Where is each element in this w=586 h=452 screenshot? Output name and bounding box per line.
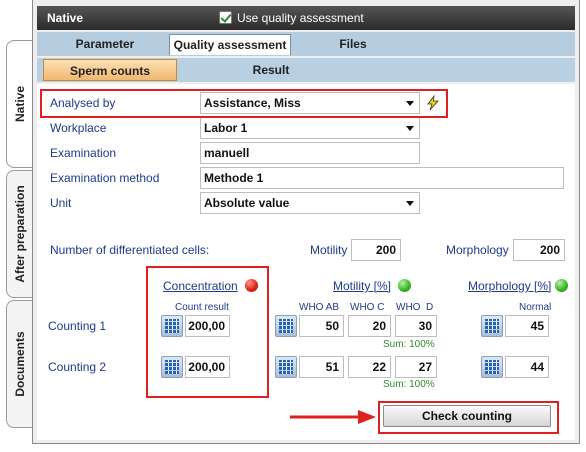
calculator-icon[interactable] (481, 356, 503, 378)
who-d-label: WHO D (396, 302, 434, 313)
calculator-icon[interactable] (481, 315, 503, 337)
counting-2-who-c[interactable]: 22 (348, 356, 391, 378)
counting-2-who-d[interactable]: 27 (395, 356, 437, 378)
examination-method-input[interactable]: Methode 1 (200, 167, 564, 189)
examination-method-label: Examination method (50, 171, 160, 185)
differentiated-cells-label: Number of differentiated cells: (50, 243, 210, 257)
subtab-sperm-counts[interactable]: Sperm counts (43, 59, 177, 81)
counting-2-label: Counting 2 (48, 360, 107, 374)
highlight-check-counting (378, 401, 559, 434)
side-tab-label: Native (12, 85, 27, 123)
header-title: Native (47, 11, 84, 25)
morphology-count-label: Morphology (446, 243, 509, 257)
counting-1-who-ab[interactable]: 50 (299, 315, 344, 337)
highlight-analysed-by (40, 89, 448, 118)
counting-2-sum: Sum: 100% (383, 379, 435, 390)
arrow-right-icon (290, 410, 376, 424)
counting-1-who-d[interactable]: 30 (395, 315, 437, 337)
chevron-down-icon (406, 201, 414, 206)
unit-select[interactable]: Absolute value (200, 192, 420, 214)
motility-count-input[interactable]: 200 (351, 239, 401, 261)
examination-label: Examination (50, 146, 117, 160)
tab-parameter[interactable]: Parameter (47, 34, 163, 55)
side-tab-label: After preparation (12, 185, 27, 283)
unit-value: Absolute value (204, 196, 290, 210)
main-tab-bar: Parameter Quality assessment Files (37, 32, 575, 56)
counting-1-label: Counting 1 (48, 319, 107, 333)
header-bar: Native Use quality assessment (37, 6, 575, 30)
motility-count-label: Motility (310, 243, 348, 257)
examination-input[interactable]: manuell (200, 142, 420, 164)
tab-files[interactable]: Files (295, 34, 411, 55)
workplace-value: Labor 1 (204, 121, 248, 135)
who-ab-label: WHO AB (299, 302, 340, 313)
morphology-count-input[interactable]: 200 (513, 239, 565, 261)
counting-1-normal[interactable]: 45 (505, 315, 549, 337)
content-panel: Analysed by Assistance, Miss Workplace L… (37, 84, 575, 440)
side-tab-after-preparation[interactable]: After preparation (6, 170, 32, 298)
motility-status-icon (398, 279, 411, 292)
sub-tab-bar: Sperm counts Result (37, 58, 575, 82)
use-quality-checkbox[interactable] (219, 11, 232, 24)
workplace-select[interactable]: Labor 1 (200, 117, 420, 139)
counting-2-normal[interactable]: 44 (505, 356, 549, 378)
who-c-label: WHO C (350, 302, 385, 313)
calculator-icon[interactable] (275, 315, 297, 337)
counting-1-who-c[interactable]: 20 (348, 315, 391, 337)
motility-link[interactable]: Motility [%] (333, 279, 391, 293)
morphology-link[interactable]: Morphology [%] (468, 279, 551, 293)
side-tab-native[interactable]: Native (6, 40, 32, 168)
morphology-status-icon (555, 279, 568, 292)
normal-label: Normal (519, 302, 552, 313)
workplace-label: Workplace (50, 121, 107, 135)
use-quality-label: Use quality assessment (237, 11, 364, 25)
chevron-down-icon (406, 126, 414, 131)
unit-label: Unit (50, 196, 72, 210)
side-tab-label: Documents (12, 331, 27, 397)
calculator-icon[interactable] (275, 356, 297, 378)
side-tab-documents[interactable]: Documents (6, 300, 32, 428)
counting-2-who-ab[interactable]: 51 (299, 356, 344, 378)
subtab-result[interactable]: Result (205, 59, 337, 81)
tab-quality-assessment[interactable]: Quality assessment (169, 34, 291, 55)
highlight-concentration (146, 266, 269, 398)
counting-1-sum: Sum: 100% (383, 339, 435, 350)
